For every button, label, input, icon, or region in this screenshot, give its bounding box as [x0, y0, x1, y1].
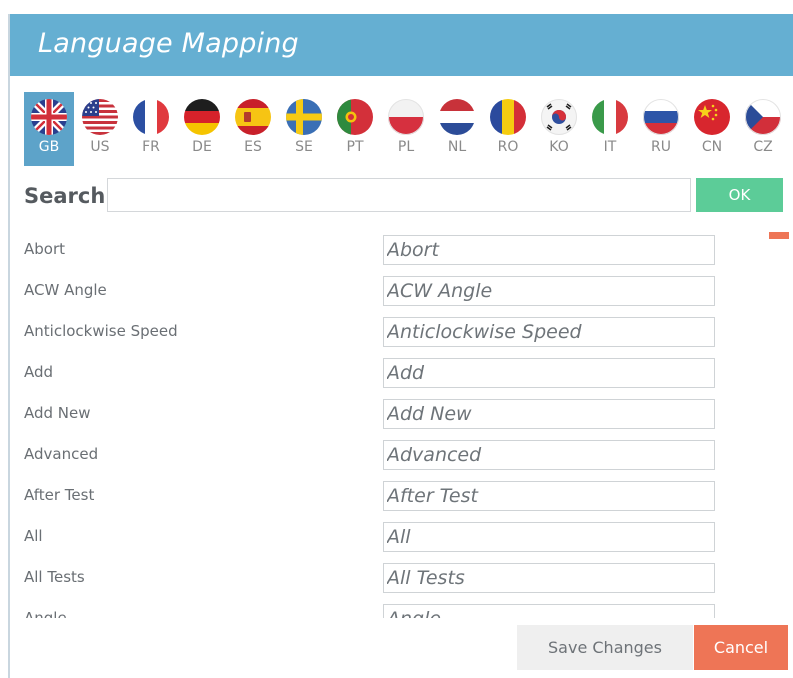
language-code: IT	[603, 139, 617, 155]
language-code: PL	[397, 139, 415, 155]
save-changes-button[interactable]: Save Changes	[517, 625, 693, 670]
mapping-value-input[interactable]	[383, 235, 715, 265]
flag-tab-ru[interactable]: RU	[636, 92, 686, 166]
flag-tab-cz[interactable]: CZ	[738, 92, 788, 166]
language-mapping-dialog: Language Mapping GB US FR DE ES SE PT PL…	[8, 14, 793, 678]
mapping-row: Add	[10, 355, 730, 396]
mapping-key-label: Abort	[24, 240, 66, 258]
pl-flag-icon	[388, 99, 424, 135]
mapping-key-label: Advanced	[24, 445, 99, 463]
ro-flag-icon	[490, 99, 526, 135]
language-code: FR	[142, 139, 160, 155]
language-code: DE	[192, 139, 212, 155]
cancel-button[interactable]: Cancel	[694, 625, 788, 670]
de-flag-icon	[184, 99, 220, 135]
flag-tab-nl[interactable]: NL	[432, 92, 482, 166]
language-code: US	[90, 139, 110, 155]
ko-flag-icon	[541, 99, 577, 135]
flag-tab-gb[interactable]: GB	[24, 92, 74, 166]
mapping-list[interactable]: Abort ACW Angle Anticlockwise Speed Add …	[10, 232, 730, 618]
flag-tab-us[interactable]: US	[75, 92, 125, 166]
flag-tab-ko[interactable]: KO	[534, 92, 584, 166]
mapping-value-input[interactable]	[383, 522, 715, 552]
mapping-value-input[interactable]	[383, 317, 715, 347]
flag-tab-it[interactable]: IT	[585, 92, 635, 166]
language-code: CN	[701, 139, 723, 155]
mapping-key-label: Anticlockwise Speed	[24, 322, 178, 340]
mapping-key-label: Add New	[24, 404, 91, 422]
mapping-row: Advanced	[10, 437, 730, 478]
flag-tab-es[interactable]: ES	[228, 92, 278, 166]
mapping-row: All Tests	[10, 560, 730, 601]
search-input[interactable]	[107, 178, 691, 212]
language-code: KO	[549, 139, 569, 155]
scroll-indicator	[769, 232, 789, 239]
mapping-row: Anticlockwise Speed	[10, 314, 730, 355]
language-code: ES	[244, 139, 262, 155]
se-flag-icon	[286, 99, 322, 135]
mapping-value-input[interactable]	[383, 358, 715, 388]
mapping-row: Abort	[10, 232, 730, 273]
mapping-row: Add New	[10, 396, 730, 437]
cn-flag-icon	[694, 99, 730, 135]
flag-tab-fr[interactable]: FR	[126, 92, 176, 166]
dialog-title: Language Mapping	[38, 28, 299, 59]
mapping-row: After Test	[10, 478, 730, 519]
flag-tab-de[interactable]: DE	[177, 92, 227, 166]
language-code: NL	[447, 139, 467, 155]
mapping-value-input[interactable]	[383, 276, 715, 306]
mapping-key-label: Add	[24, 363, 54, 381]
dialog-header: Language Mapping	[10, 14, 793, 76]
mapping-value-input[interactable]	[383, 563, 715, 593]
us-flag-icon	[82, 99, 118, 135]
pt-flag-icon	[337, 99, 373, 135]
mapping-row: Angle	[10, 601, 730, 618]
gb-flag-icon	[31, 99, 67, 135]
mapping-row: All	[10, 519, 730, 560]
mapping-key-label: ACW Angle	[24, 281, 107, 299]
it-flag-icon	[592, 99, 628, 135]
mapping-key-label: After Test	[24, 486, 95, 504]
mapping-value-input[interactable]	[383, 481, 715, 511]
flag-tab-ro[interactable]: RO	[483, 92, 533, 166]
language-code: CZ	[753, 139, 773, 155]
fr-flag-icon	[133, 99, 169, 135]
flag-tab-pl[interactable]: PL	[381, 92, 431, 166]
language-code: GB	[38, 139, 60, 155]
language-code: SE	[295, 139, 313, 155]
es-flag-icon	[235, 99, 271, 135]
mapping-key-label: All Tests	[24, 568, 85, 586]
mapping-key-label: Angle	[24, 609, 67, 618]
flag-tab-cn[interactable]: CN	[687, 92, 737, 166]
flag-tab-se[interactable]: SE	[279, 92, 329, 166]
mapping-row: ACW Angle	[10, 273, 730, 314]
mapping-key-label: All	[24, 527, 43, 545]
cz-flag-icon	[745, 99, 781, 135]
language-code: PT	[346, 139, 364, 155]
mapping-value-input[interactable]	[383, 440, 715, 470]
flag-tab-pt[interactable]: PT	[330, 92, 380, 166]
ok-button[interactable]: OK	[696, 178, 783, 212]
mapping-value-input[interactable]	[383, 399, 715, 429]
language-code: RU	[651, 139, 671, 155]
search-label: Search	[24, 184, 106, 208]
language-code: RO	[497, 139, 519, 155]
ru-flag-icon	[643, 99, 679, 135]
mapping-value-input[interactable]	[383, 604, 715, 618]
nl-flag-icon	[439, 99, 475, 135]
